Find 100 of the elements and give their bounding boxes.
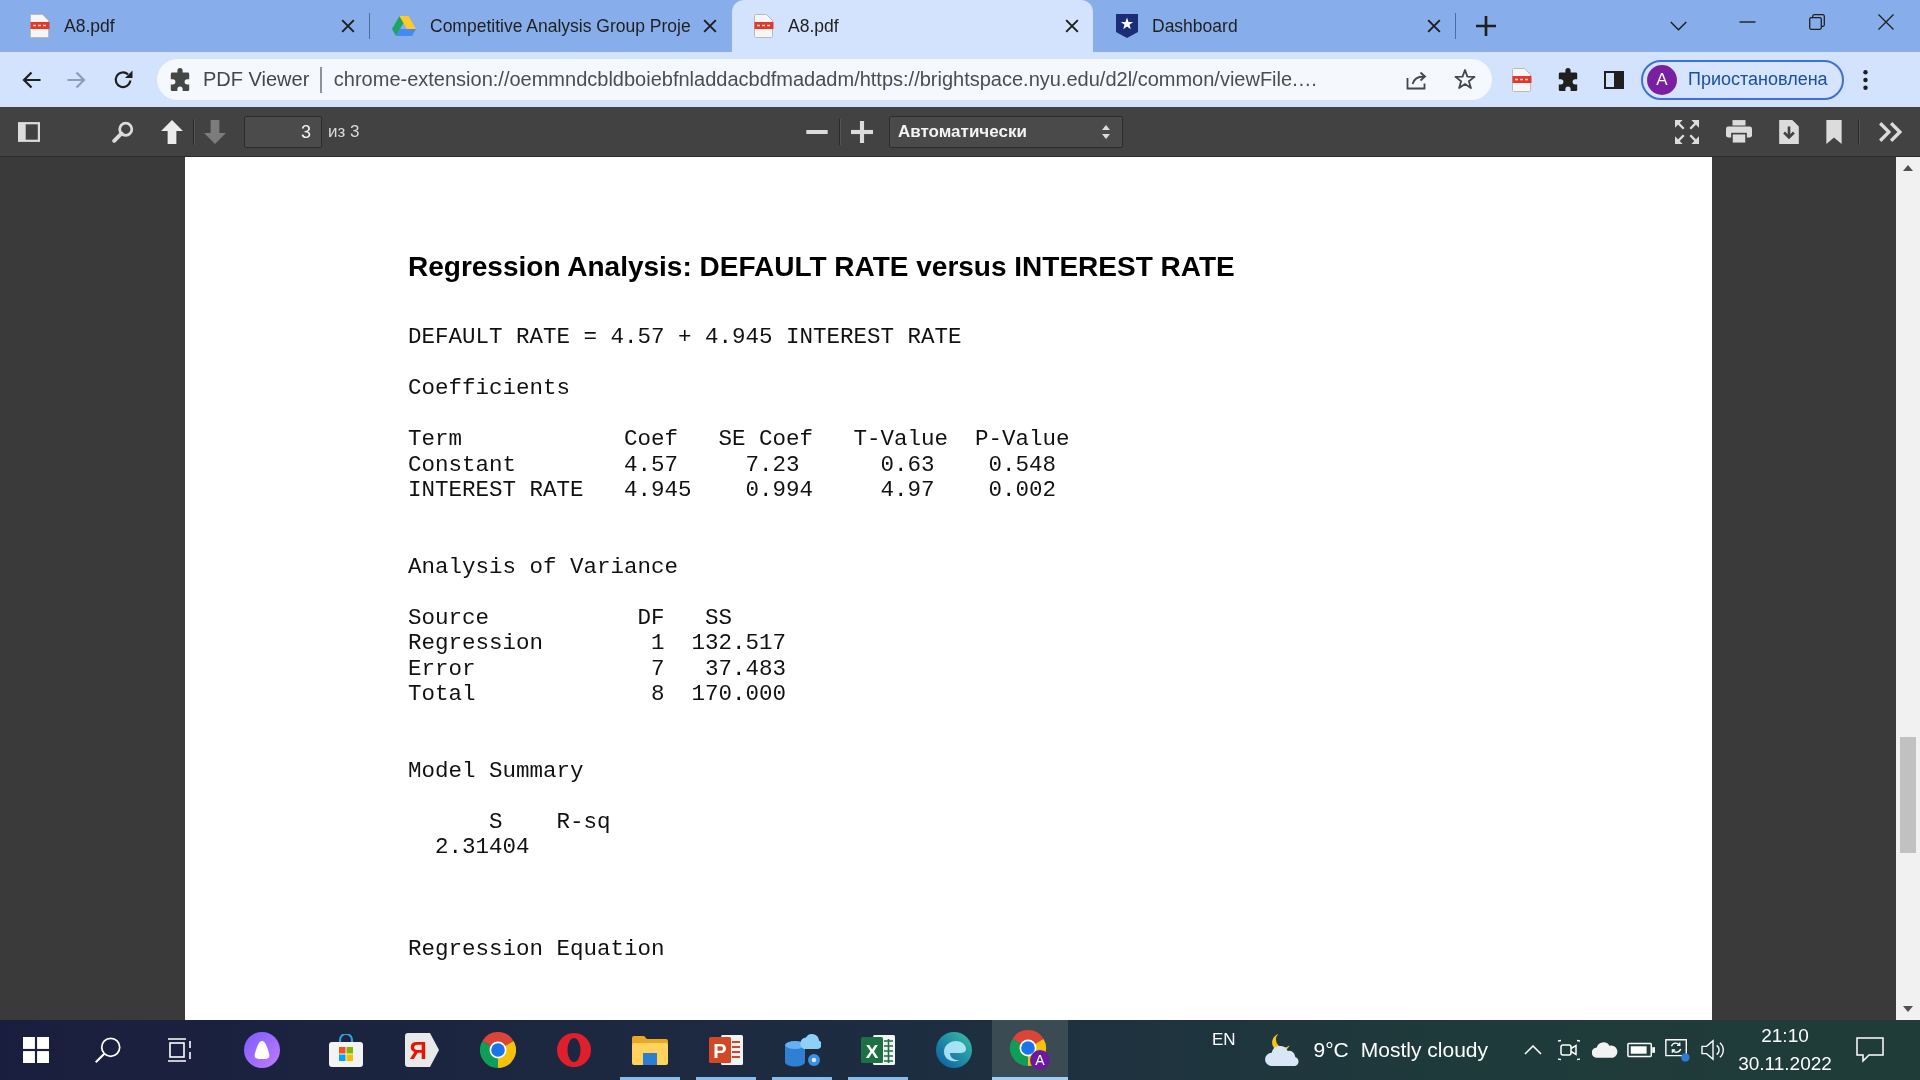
report-title: Regression Analysis: DEFAULT RATE versus INTEREST RATE: [408, 250, 1235, 284]
close-icon[interactable]: [341, 19, 355, 33]
table-cell: Error: [408, 656, 476, 682]
scrollbar[interactable]: [1896, 157, 1920, 1020]
puzzle-icon: [170, 68, 190, 91]
double-chevron-icon[interactable]: [1878, 122, 1902, 142]
taskbar-app-button[interactable]: P: [688, 1020, 764, 1080]
download-icon[interactable]: [1779, 120, 1799, 144]
letter-arrow-icon: Я: [405, 1033, 439, 1067]
page-number-field[interactable]: 3: [244, 116, 322, 148]
back-icon[interactable]: [21, 70, 41, 89]
table-cell: 2.31404: [435, 835, 530, 861]
column-header: Term: [408, 427, 462, 453]
table-cell: 0.548: [988, 452, 1057, 478]
search-icon[interactable]: [95, 1037, 121, 1063]
search-icon[interactable]: [112, 121, 134, 143]
table-cell: 4.945: [624, 478, 692, 504]
plus-icon[interactable]: [1476, 16, 1496, 36]
section-heading: Model Summary: [408, 758, 584, 784]
fullscreen-icon[interactable]: [1675, 120, 1699, 144]
puzzle-icon[interactable]: [1558, 68, 1578, 91]
chevron-down-icon[interactable]: [1669, 21, 1687, 31]
side-panel-icon[interactable]: [1604, 70, 1624, 89]
battery-icon[interactable]: [1627, 1042, 1655, 1058]
restore-icon[interactable]: [1808, 14, 1825, 30]
column-header: SE Coef: [718, 427, 814, 453]
close-icon[interactable]: [1427, 19, 1441, 33]
start-icon[interactable]: [23, 1037, 49, 1063]
clock-date[interactable]: 30.11.2022: [1738, 1050, 1832, 1078]
taskbar-app-button[interactable]: X: [840, 1020, 916, 1080]
chevron-up-icon[interactable]: [1524, 1045, 1542, 1055]
weather-condition[interactable]: Mostly cloudy: [1360, 1038, 1488, 1062]
column-header: SS: [705, 605, 733, 631]
ring-icon: [557, 1033, 591, 1067]
table-cell: 0.002: [988, 478, 1057, 504]
triangle-logo-icon: [392, 15, 416, 37]
taskbar-app-button[interactable]: A: [992, 1020, 1068, 1080]
zoom-select[interactable]: Автоматически: [889, 116, 1123, 148]
table-cell: 4.97: [880, 478, 935, 504]
column-header: S: [489, 809, 503, 835]
reload-icon[interactable]: [113, 69, 133, 90]
table-cell: Total: [408, 682, 476, 708]
orb-icon: [244, 1032, 280, 1068]
up-down-arrows-icon: [1102, 125, 1110, 139]
folder-icon: [632, 1035, 668, 1065]
clock-time[interactable]: 21:10: [1761, 1022, 1809, 1050]
cloud-icon[interactable]: [1592, 1042, 1618, 1058]
pdf-document-icon: [754, 14, 774, 38]
section-heading: Coefficients: [408, 376, 571, 402]
url-text[interactable]: chrome-extension://oemmndcbldboiebfnladdacbdfmadadm/https://brightspace.nyu.edu/d2l/common/viewFile.…: [333, 68, 1318, 91]
zoom-in-icon[interactable]: [851, 121, 873, 143]
close-icon[interactable]: [1065, 19, 1079, 33]
share-icon[interactable]: [1406, 69, 1428, 90]
shopping-bag-icon: [329, 1033, 363, 1067]
column-header: Source: [408, 605, 489, 631]
camera-icon[interactable]: [1558, 1038, 1580, 1062]
moon-cloud-icon[interactable]: [1263, 1033, 1302, 1067]
menu-icon[interactable]: [1863, 69, 1868, 90]
column-header: DF: [637, 605, 665, 631]
table-cell: 132.517: [691, 631, 787, 657]
table-cell: 8: [651, 682, 665, 708]
column-header: R-sq: [556, 809, 611, 835]
task-view-icon[interactable]: [167, 1038, 193, 1062]
network-sync-icon[interactable]: [1664, 1037, 1690, 1063]
section-heading: Regression Equation: [408, 937, 665, 963]
print-icon[interactable]: [1726, 120, 1752, 144]
star-icon[interactable]: [1454, 69, 1476, 90]
sidebar-toggle-icon[interactable]: [18, 122, 40, 142]
table-cell: 4.57: [624, 452, 679, 478]
page-count: из 3: [328, 122, 360, 142]
column-header: Coef: [624, 427, 679, 453]
table-cell: 7.23: [745, 452, 800, 478]
table-cell: 170.000: [691, 682, 787, 708]
up-arrow-icon[interactable]: [161, 120, 183, 144]
browser-tab[interactable]: Dashboard: [1094, 0, 1455, 52]
site-chip[interactable]: PDF Viewer: [203, 68, 310, 91]
table-cell: 0.63: [880, 452, 935, 478]
browser-tab[interactable]: Competitive Analysis Group Proje: [370, 0, 731, 52]
table-cell: 1: [651, 631, 665, 657]
browser-tab[interactable]: A8.pdf: [732, 0, 1093, 52]
notification-icon[interactable]: [1856, 1037, 1884, 1063]
close-icon[interactable]: [1877, 14, 1894, 30]
table-cell: Regression: [408, 631, 544, 657]
database-cloud-icon: [783, 1033, 821, 1067]
language-indicator[interactable]: EN: [1211, 1030, 1236, 1050]
temperature-text[interactable]: 9°C: [1313, 1038, 1349, 1062]
taskbar-app-button[interactable]: Я: [384, 1020, 460, 1080]
pdf-document-icon[interactable]: [1512, 67, 1532, 92]
address-bar[interactable]: PDF Viewer chrome-extension://oemmndcbldboiebfnladdacbdfmadadm/https://brightspace.nyu.edu/d2l/common/viewFile.…: [157, 59, 1492, 100]
browser-tab[interactable]: A8.pdf: [8, 0, 369, 52]
section-heading: Analysis of Variance: [408, 554, 679, 580]
profile-button[interactable]: A Приостановлена: [1641, 59, 1844, 100]
volume-icon[interactable]: [1700, 1039, 1726, 1061]
column-header: P-Value: [975, 427, 1070, 453]
table-cell: 7: [651, 656, 665, 682]
avatar: A: [1647, 64, 1677, 95]
close-icon[interactable]: [703, 19, 717, 33]
swirl-icon: [936, 1032, 972, 1068]
bookmark-icon[interactable]: [1826, 120, 1842, 144]
table-cell: Constant: [408, 452, 517, 478]
